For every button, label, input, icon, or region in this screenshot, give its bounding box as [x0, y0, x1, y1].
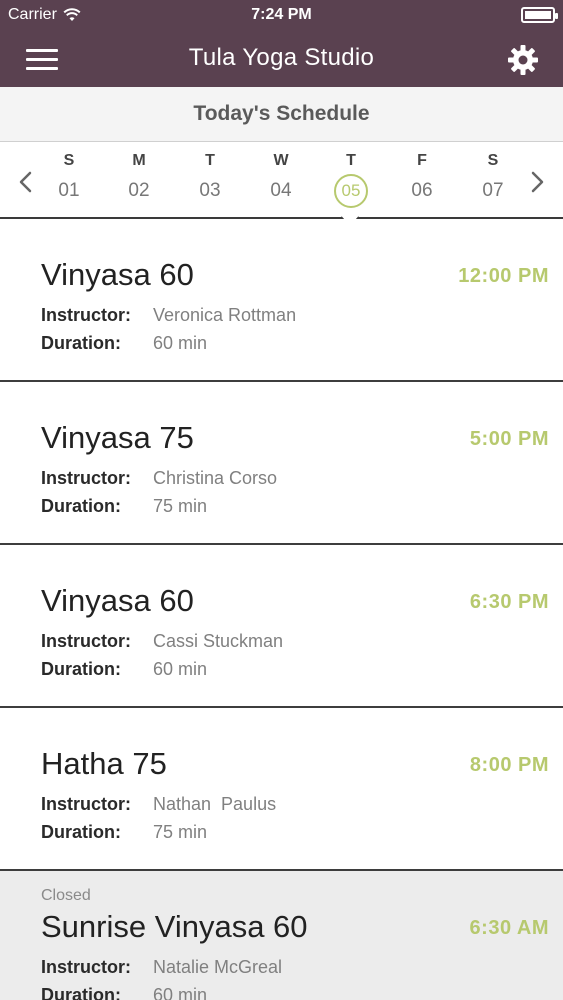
instructor-label: Instructor:	[41, 631, 131, 651]
day-thursday-selected[interactable]: T 05	[326, 152, 376, 208]
class-name: Vinyasa 75	[41, 420, 194, 455]
class-time: 12:00 PM	[458, 265, 549, 287]
class-card-closed[interactable]: Closed Sunrise Vinyasa 60 6:30 AM Instru…	[0, 871, 563, 1000]
day-number: 02	[128, 180, 150, 201]
day-tuesday[interactable]: T 03	[185, 152, 235, 204]
duration-row: Duration: 75 min	[41, 496, 207, 517]
day-of-week-label: W	[273, 152, 289, 169]
nav-bar: Tula Yoga Studio	[0, 36, 563, 84]
day-number: 03	[199, 180, 221, 201]
instructor-label: Instructor:	[41, 957, 131, 977]
duration-label: Duration:	[41, 496, 121, 516]
instructor-value: Christina Corso	[153, 468, 278, 488]
instructor-value: Veronica Rottman	[153, 305, 297, 325]
page-title: Tula Yoga Studio	[188, 44, 375, 71]
class-time: 8:00 PM	[469, 754, 549, 776]
day-sunday[interactable]: S 01	[44, 152, 94, 204]
instructor-value: Cassi Stuckman	[153, 631, 284, 651]
day-of-week-label: T	[346, 152, 356, 169]
gear-icon[interactable]	[507, 44, 539, 76]
class-card[interactable]: Hatha 75 8:00 PM Instructor: Nathan Paulu…	[0, 708, 563, 871]
day-wednesday[interactable]: W 04	[256, 152, 306, 204]
day-saturday[interactable]: S 07	[468, 152, 518, 204]
duration-label: Duration:	[41, 822, 121, 842]
duration-label: Duration:	[41, 985, 121, 1000]
day-friday[interactable]: F 06	[397, 152, 447, 204]
instructor-row: Instructor: Cassi Stuckman	[41, 631, 283, 652]
class-card[interactable]: Vinyasa 75 5:00 PM Instructor: Christina …	[0, 382, 563, 545]
duration-value: 75 min	[153, 496, 208, 516]
closed-status-label: Closed	[41, 887, 91, 904]
day-of-week-label: S	[63, 152, 75, 169]
instructor-row: Instructor: Veronica Rottman	[41, 305, 296, 326]
day-number: 04	[270, 180, 292, 201]
duration-label: Duration:	[41, 333, 121, 353]
instructor-label: Instructor:	[41, 305, 131, 325]
duration-row: Duration: 75 min	[41, 822, 207, 843]
duration-value: 60 min	[153, 333, 208, 353]
duration-row: Duration: 60 min	[41, 333, 207, 354]
chevron-left-icon[interactable]	[16, 170, 36, 194]
class-name: Vinyasa 60	[41, 257, 194, 292]
duration-row: Duration: 60 min	[41, 985, 207, 1000]
day-number: 01	[58, 180, 80, 201]
class-list: Vinyasa 60 12:00 PM Instructor: Veronica …	[0, 219, 563, 1000]
duration-value: 60 min	[153, 985, 208, 1000]
class-card[interactable]: Vinyasa 60 6:30 PM Instructor: Cassi Stuc…	[0, 545, 563, 708]
instructor-row: Instructor: Nathan Paulus	[41, 794, 276, 815]
battery-icon	[521, 7, 558, 23]
schedule-subheader: Today's Schedule	[0, 87, 563, 142]
duration-label: Duration:	[41, 659, 121, 679]
status-bar: Carrier 7:24 PM	[0, 0, 563, 30]
day-number: 05	[334, 174, 368, 208]
duration-row: Duration: 60 min	[41, 659, 207, 680]
day-of-week-label: M	[132, 152, 146, 169]
class-card[interactable]: Vinyasa 60 12:00 PM Instructor: Veronica …	[0, 219, 563, 382]
status-time: 7:24 PM	[251, 6, 312, 23]
instructor-value: Natalie McGreal	[153, 957, 283, 977]
instructor-row: Instructor: Christina Corso	[41, 468, 277, 489]
day-of-week-label: F	[417, 152, 427, 169]
app-header: Carrier 7:24 PM Tula Yoga Studio	[0, 0, 563, 87]
instructor-row: Instructor: Natalie McGreal	[41, 957, 282, 978]
class-time: 6:30 PM	[469, 591, 549, 613]
day-of-week-label: T	[205, 152, 215, 169]
class-name: Hatha 75	[41, 746, 167, 781]
class-name: Vinyasa 60	[41, 583, 194, 618]
instructor-label: Instructor:	[41, 468, 131, 488]
instructor-value: Nathan Paulus	[153, 794, 277, 814]
week-day-selector: S 01 M 02 T 03 W 04 T 05 F 06 S 07	[0, 142, 563, 219]
day-number: 07	[482, 180, 504, 201]
day-number: 06	[411, 180, 433, 201]
class-time: 5:00 PM	[469, 428, 549, 450]
day-of-week-label: S	[487, 152, 499, 169]
class-time: 6:30 AM	[469, 917, 549, 939]
duration-value: 75 min	[153, 822, 208, 842]
schedule-title: Today's Schedule	[193, 102, 370, 125]
chevron-right-icon[interactable]	[527, 170, 547, 194]
instructor-label: Instructor:	[41, 794, 131, 814]
class-name: Sunrise Vinyasa 60	[41, 909, 308, 944]
duration-value: 60 min	[153, 659, 208, 679]
day-monday[interactable]: M 02	[114, 152, 164, 204]
